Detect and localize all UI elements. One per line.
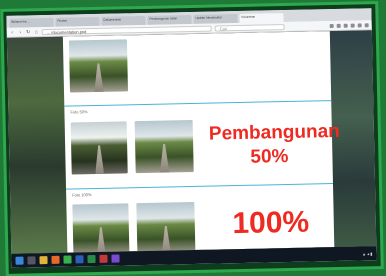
app-icon-2[interactable]	[111, 254, 120, 263]
app-icon[interactable]	[99, 254, 108, 263]
home-icon[interactable]: ⌂	[34, 29, 39, 35]
road-photo-0-percent	[68, 39, 129, 93]
road-lane	[159, 144, 169, 173]
system-tray: ▲ ◂ ▮	[362, 250, 373, 256]
page-viewport: Foto 50% Pembangunan 50% Foto 100% 100%	[6, 30, 377, 254]
explorer-icon[interactable]	[39, 256, 48, 265]
home-toolbar-icon[interactable]	[343, 23, 348, 28]
section-divider-2	[66, 183, 333, 190]
page-content: Foto 50% Pembangunan 50% Foto 100% 100%	[62, 31, 341, 254]
road-photo-100-b	[136, 201, 196, 254]
chrome-icon[interactable]	[63, 255, 72, 264]
road-photo-50-b	[134, 119, 194, 174]
headline-pembangunan: Pembangunan	[208, 120, 341, 145]
bookmark-icon[interactable]	[329, 23, 334, 28]
menu-icon[interactable]	[364, 22, 369, 27]
browser-icon[interactable]	[51, 255, 60, 264]
headline-100-percent: 100%	[232, 205, 310, 241]
back-icon[interactable]: ‹	[10, 29, 15, 35]
extension-icon[interactable]	[350, 23, 355, 28]
road-lane	[96, 227, 106, 254]
browser-window: Bulanan ke ... Photos Dokumentasi Pemban…	[6, 8, 377, 268]
road-photo-100-a	[72, 203, 130, 254]
toolbar-icons	[329, 22, 369, 28]
caption-100: Foto 100%	[72, 192, 92, 198]
background-photo-left	[6, 36, 68, 254]
start-icon[interactable]	[15, 256, 24, 265]
headline-50-percent: 50%	[250, 145, 289, 168]
extension-icon-2[interactable]	[357, 22, 362, 27]
search-field[interactable]: Cari	[214, 23, 285, 31]
road-lane	[94, 63, 104, 92]
section-divider-1	[64, 100, 332, 107]
word-icon[interactable]	[75, 255, 84, 264]
road-lane	[95, 145, 105, 174]
download-icon[interactable]	[336, 23, 341, 28]
road-photo-50-a	[70, 121, 128, 175]
reload-icon[interactable]: ↻	[26, 29, 31, 35]
caption-50: Foto 50%	[70, 109, 88, 115]
forward-icon[interactable]: ›	[18, 29, 23, 35]
search-icon[interactable]	[27, 256, 36, 265]
excel-icon[interactable]	[87, 255, 96, 264]
